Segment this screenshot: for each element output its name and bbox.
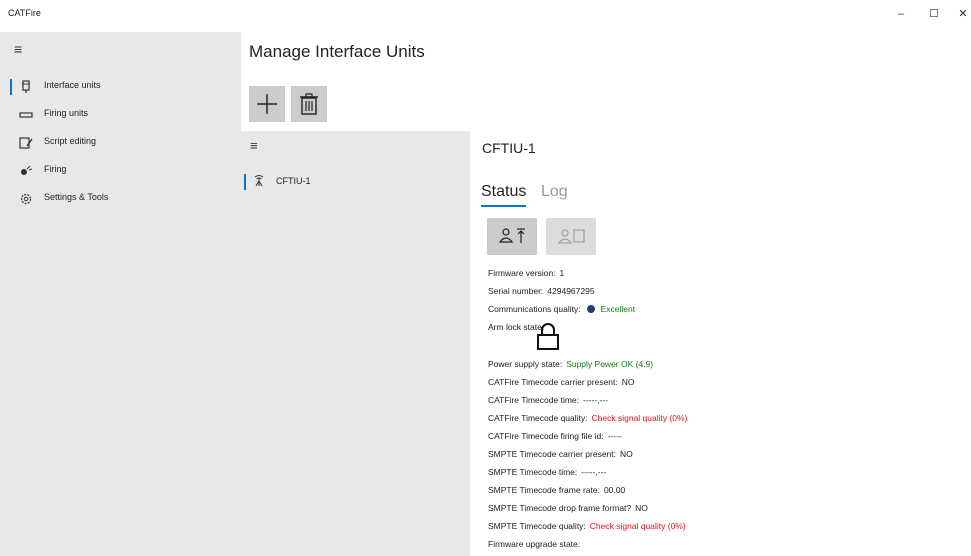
- smpte-time-row: SMPTE Timecode time: -----,---: [488, 467, 607, 477]
- cat-carrier-row: CATFire Timecode carrier present: NO: [488, 377, 635, 387]
- firmware-version-row: Firmware version: 1: [488, 268, 565, 278]
- nav-item-label: Settings & Tools: [44, 192, 109, 202]
- cat-time-row: CATFire Timecode time: -----,---: [488, 395, 609, 405]
- list-item-label: CFTIU-1: [276, 176, 311, 186]
- smpte-quality-row: SMPTE Timecode quality: Check signal qual…: [488, 521, 686, 531]
- tab-selection-underline: [481, 205, 526, 207]
- delete-unit-button[interactable]: [291, 86, 327, 122]
- title-bar: CATFire – ☐ ✕: [0, 0, 971, 32]
- plus-icon: [257, 94, 277, 114]
- close-button[interactable]: ✕: [951, 4, 971, 24]
- serial-number-row: Serial number: 4294967295: [488, 286, 595, 296]
- nav-item-label: Firing units: [44, 108, 89, 118]
- disarm-button[interactable]: [546, 218, 596, 255]
- nav-item-script-editing[interactable]: Script editing: [0, 130, 241, 156]
- app-title: CATFire: [8, 8, 41, 18]
- nav-item-settings-tools[interactable]: Settings & Tools: [0, 186, 241, 212]
- firing-unit-icon: [16, 105, 36, 125]
- nav-item-label: Firing: [44, 164, 67, 174]
- arm-button[interactable]: [487, 218, 537, 255]
- smpte-frame-rate-row: SMPTE Timecode frame rate: 00.00: [488, 485, 626, 495]
- list-menu-icon[interactable]: ≡: [250, 139, 258, 153]
- selection-indicator: [10, 79, 12, 95]
- quality-indicator-dot: [586, 305, 595, 313]
- minimize-button[interactable]: –: [889, 4, 913, 24]
- smpte-drop-frame-row: SMPTE Timecode drop frame format? NO: [488, 503, 648, 513]
- list-item-cftiu-1[interactable]: CFTIU-1: [241, 171, 470, 193]
- maximize-button[interactable]: ☐: [922, 4, 946, 24]
- script-edit-icon: [16, 133, 36, 153]
- nav-item-firing-units[interactable]: Firing units: [0, 102, 241, 128]
- smpte-carrier-row: SMPTE Timecode carrier present: NO: [488, 449, 633, 459]
- selection-indicator: [244, 174, 246, 190]
- power-supply-row: Power supply state: Supply Power OK (4.9): [488, 359, 654, 369]
- nav-item-firing[interactable]: Firing: [0, 158, 241, 184]
- firing-icon: [16, 161, 36, 181]
- cat-file-id-row: CATFire Timecode firing file id: -----: [488, 431, 622, 441]
- nav-item-label: Script editing: [44, 136, 97, 146]
- hamburger-menu-icon[interactable]: ≡: [14, 42, 22, 56]
- unit-title: CFTIU-1: [482, 140, 536, 156]
- page-title: Manage Interface Units: [249, 42, 425, 61]
- trash-icon: [300, 93, 318, 115]
- cat-quality-row: CATFire Timecode quality: Check signal qu…: [488, 413, 688, 423]
- lock-icon: [537, 323, 559, 350]
- gear-icon: [16, 189, 36, 209]
- firmware-upgrade-row: Firmware upgrade state:: [488, 539, 581, 549]
- units-list-pane: ≡ CFTIU-1: [241, 131, 470, 556]
- nav-item-interface-units[interactable]: Interface units: [0, 74, 241, 100]
- person-arm-icon: [498, 228, 525, 243]
- interface-unit-icon: [16, 77, 36, 97]
- nav-pane: ≡ Interface units Firing units Script ed…: [0, 32, 241, 556]
- tab-status[interactable]: Status: [481, 183, 526, 201]
- nav-item-label: Interface units: [44, 80, 101, 90]
- comms-quality-row: Communications quality: Excellent: [488, 304, 636, 314]
- unit-detail-pane: CFTIU-1 Status Log Firmware version: 1 Se…: [470, 131, 971, 556]
- tab-log[interactable]: Log: [541, 183, 568, 201]
- add-unit-button[interactable]: [249, 86, 285, 122]
- person-stop-icon: [557, 229, 585, 244]
- antenna-icon: [251, 173, 267, 189]
